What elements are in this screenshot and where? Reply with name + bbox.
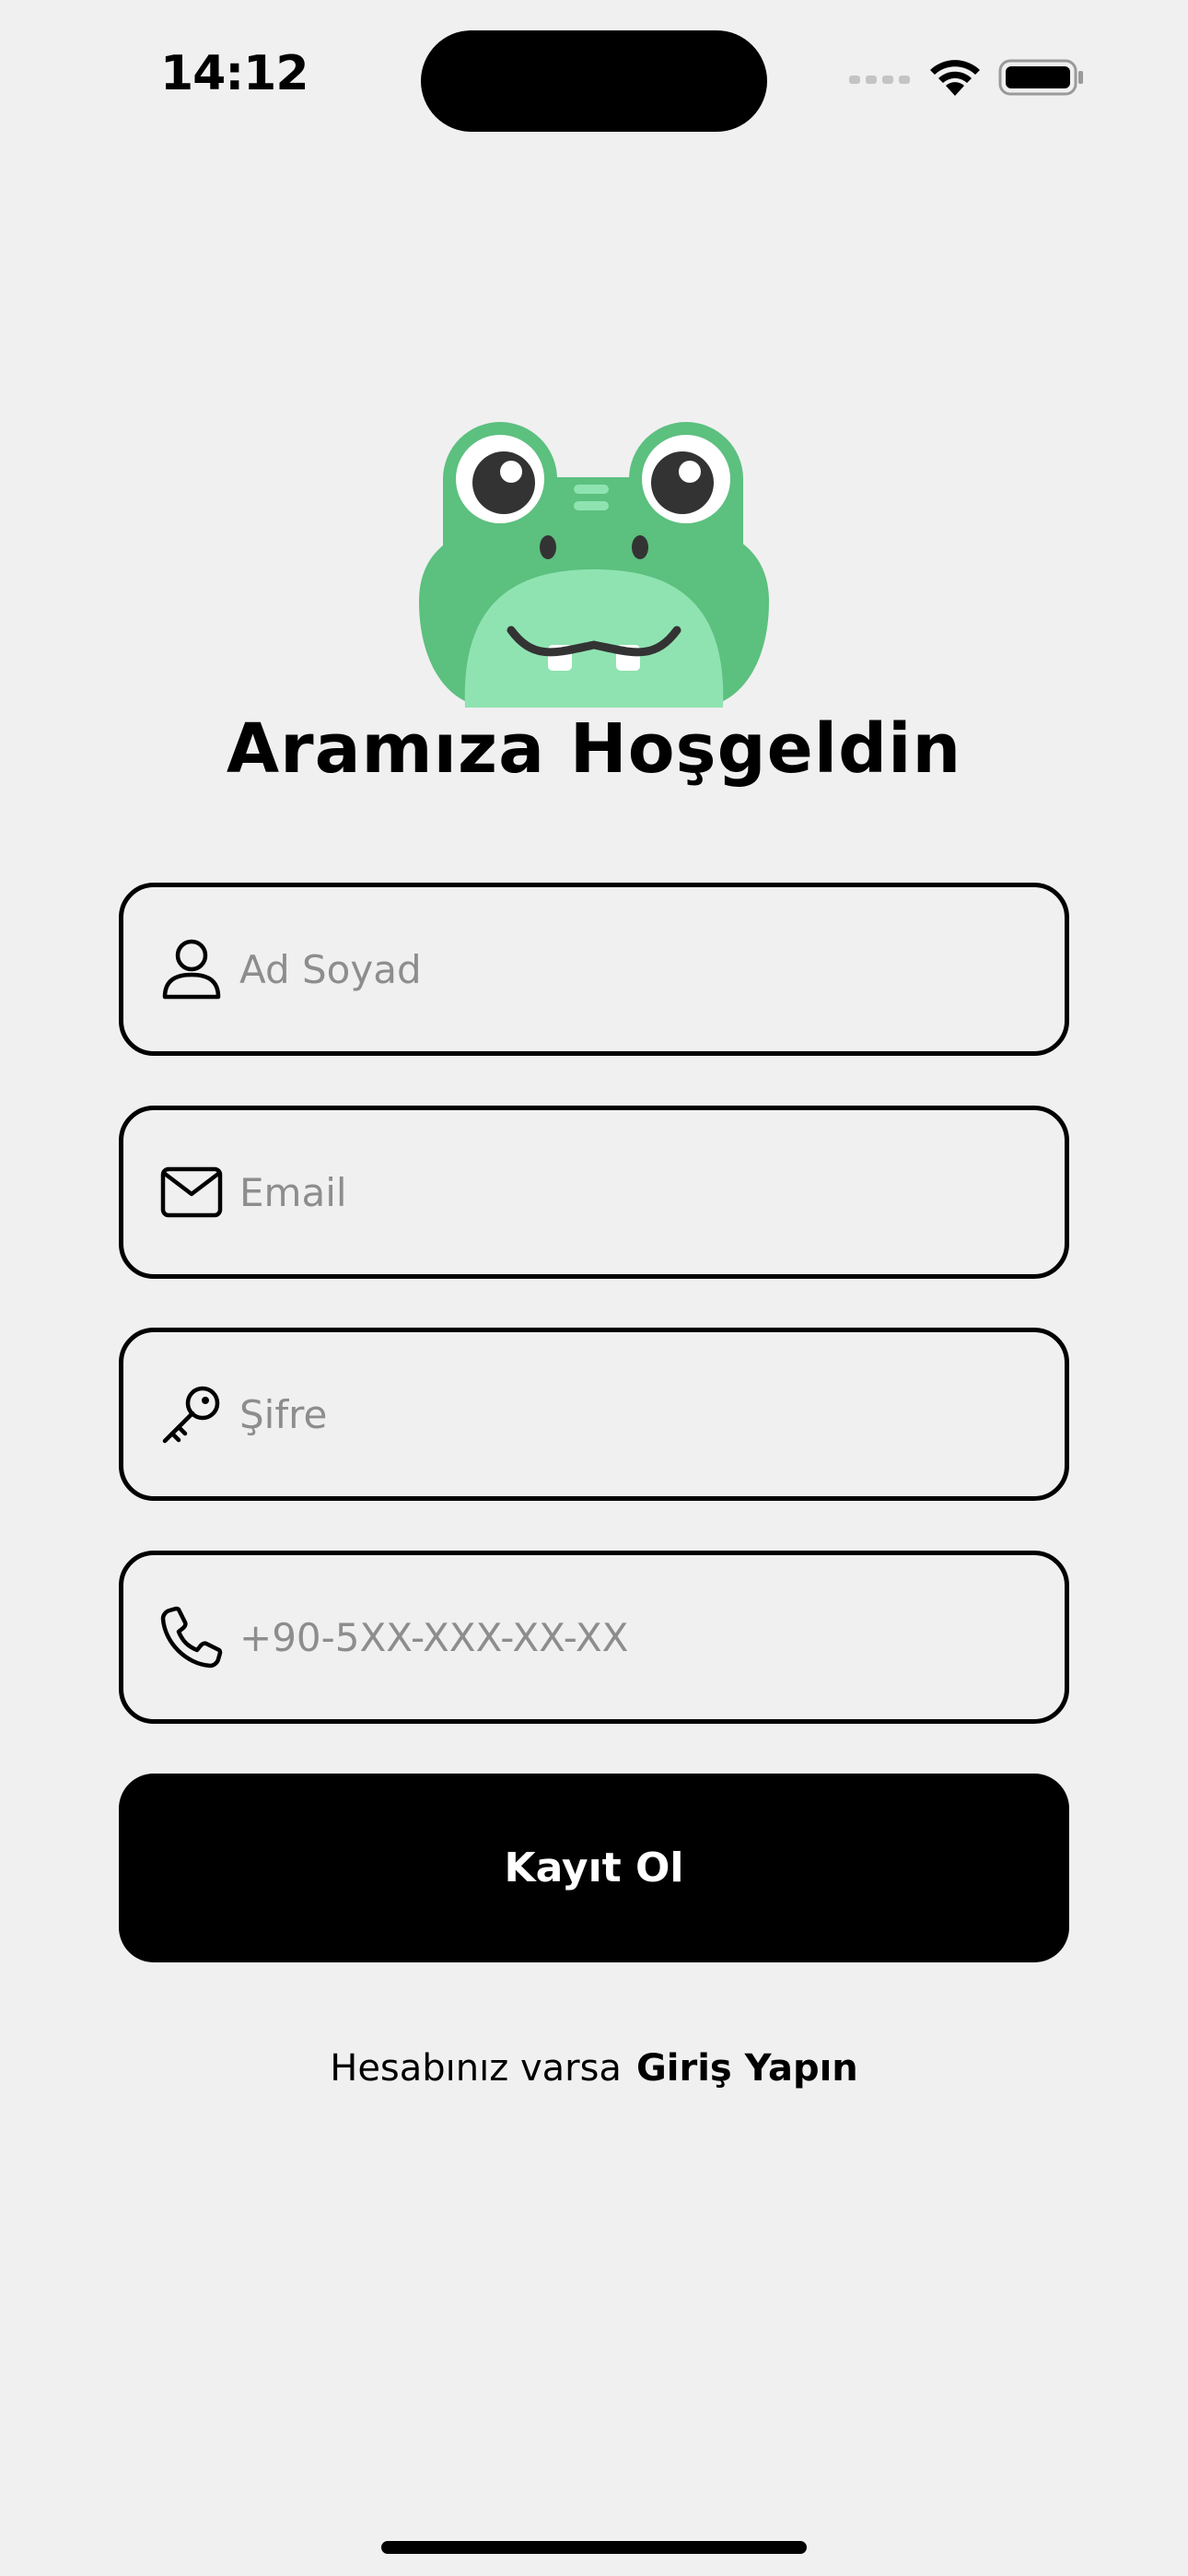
password-field[interactable]	[119, 1328, 1069, 1501]
phone-field[interactable]	[119, 1551, 1069, 1724]
full-name-field[interactable]	[119, 883, 1069, 1056]
cellular-signal-icon	[849, 76, 910, 84]
frog-mascot-logo	[419, 422, 769, 708]
key-icon	[160, 1383, 223, 1446]
phone-icon	[160, 1606, 223, 1669]
status-icons	[847, 57, 1085, 98]
home-indicator[interactable]	[381, 2541, 807, 2554]
email-input[interactable]	[239, 1169, 1031, 1215]
status-time: 14:12	[160, 46, 309, 101]
email-field[interactable]	[119, 1106, 1069, 1279]
wifi-icon	[930, 60, 980, 96]
dynamic-island	[421, 30, 767, 132]
login-link[interactable]: Giriş Yapın	[636, 2047, 858, 2090]
user-icon	[160, 938, 223, 1001]
login-prompt-text: Hesabınız varsa	[330, 2047, 622, 2090]
register-button[interactable]: Kayıt Ol	[119, 1774, 1069, 1962]
battery-icon	[998, 59, 1083, 96]
phone-input[interactable]	[239, 1614, 1031, 1660]
password-input[interactable]	[239, 1391, 1031, 1437]
welcome-title: Aramıza Hoşgeldin	[226, 709, 962, 789]
mail-icon	[160, 1161, 223, 1224]
full-name-input[interactable]	[239, 946, 1031, 992]
login-prompt: Hesabınız varsa Giriş Yapın	[0, 2047, 1188, 2090]
